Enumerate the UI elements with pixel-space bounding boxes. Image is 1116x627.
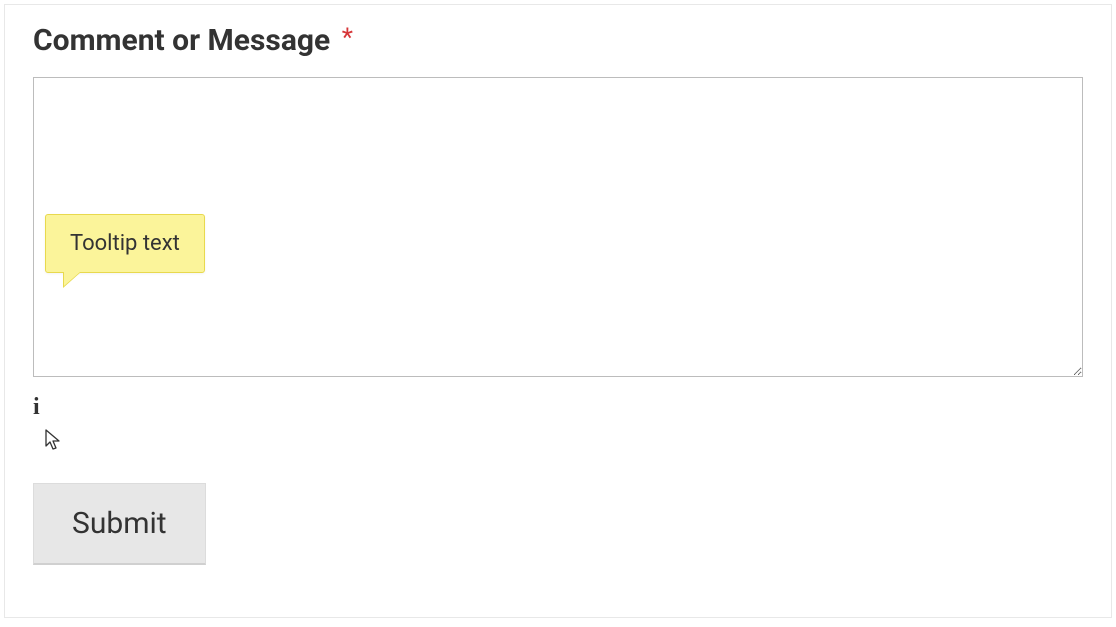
field-label: Comment or Message *: [33, 23, 1083, 59]
field-label-text: Comment or Message: [33, 23, 330, 58]
required-asterisk: *: [342, 23, 353, 53]
form-container: Comment or Message * Tooltip text i Subm…: [4, 4, 1112, 618]
info-row: i: [33, 395, 1083, 425]
tooltip-text: Tooltip text: [70, 231, 180, 256]
tooltip-bubble: Tooltip text: [45, 214, 205, 273]
info-icon[interactable]: i: [33, 395, 40, 419]
submit-button[interactable]: Submit: [33, 483, 206, 565]
